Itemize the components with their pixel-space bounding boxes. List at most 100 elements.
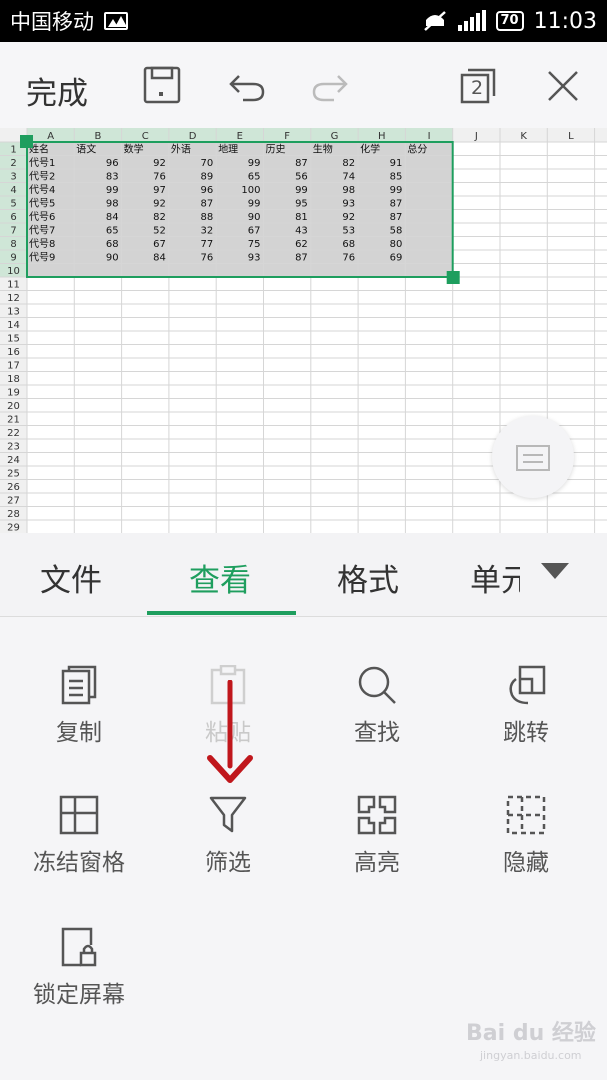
row-number-17: 17 <box>7 361 20 372</box>
cell-value: 76 <box>153 172 166 183</box>
cell-header: 生物 <box>313 143 333 156</box>
undo-icon[interactable] <box>227 66 267 104</box>
cell-value: 96 <box>200 185 213 196</box>
save-icon[interactable] <box>143 66 181 104</box>
done-button[interactable]: 完成 <box>26 68 88 113</box>
cell-value: 84 <box>106 212 119 223</box>
cell-value: 代号2 <box>29 171 55 183</box>
jump-label: 跳转 <box>503 720 549 746</box>
redo-icon[interactable] <box>310 66 350 104</box>
cell-value: 70 <box>200 158 213 169</box>
hide-button[interactable]: 隐藏 <box>451 795 601 877</box>
cell-header: 语文 <box>76 143 96 156</box>
jump-button[interactable]: 跳转 <box>451 665 601 747</box>
watermark-logo: Bai du 经验 <box>466 1021 596 1046</box>
view-actions-panel: 复制 粘贴 查找 跳转 <box>0 617 607 1080</box>
row-number-29: 29 <box>7 523 20 534</box>
copy-label: 复制 <box>56 720 102 746</box>
column-header-E: E <box>237 131 243 142</box>
cell-value: 52 <box>153 226 166 237</box>
filter-icon <box>209 796 247 833</box>
cell-value: 代号5 <box>29 198 55 210</box>
cell-value: 99 <box>106 185 119 196</box>
lock-screen-button[interactable]: 锁定屏幕 <box>4 927 154 1009</box>
cell-value: 83 <box>106 172 119 183</box>
row-number-7: 7 <box>10 226 16 237</box>
cell-value: 80 <box>390 239 403 250</box>
cell-value: 74 <box>342 172 355 183</box>
row-number-9: 9 <box>10 253 16 264</box>
status-bar: 中国移动 70 11:03 <box>0 0 607 42</box>
signal-icon <box>457 10 486 31</box>
cell-value: 98 <box>106 199 119 210</box>
selection-start-handle <box>20 135 33 148</box>
column-header-J: J <box>474 131 478 142</box>
top-toolbar: 完成 2 <box>0 42 607 128</box>
row-number-21: 21 <box>7 415 20 426</box>
cell-header: 地理 <box>218 143 238 156</box>
jump-icon <box>509 665 546 705</box>
cell-value: 99 <box>248 158 261 169</box>
column-header-C: C <box>142 131 149 142</box>
tab-file[interactable]: 文件 <box>40 555 102 600</box>
row-number-20: 20 <box>7 401 20 412</box>
cell-value: 76 <box>342 253 355 264</box>
watermark-url: jingyan.baidu.com <box>480 1049 582 1062</box>
window-count: 2 <box>470 77 484 99</box>
cell-value: 87 <box>390 199 403 210</box>
row-number-24: 24 <box>7 455 20 466</box>
cell-value: 69 <box>390 253 403 264</box>
column-header-I: I <box>428 131 431 142</box>
freeze-panes-label: 冻结窗格 <box>33 850 125 876</box>
freeze-panes-button[interactable]: 冻结窗格 <box>4 795 154 877</box>
cell-value: 81 <box>295 212 308 223</box>
cell-value: 98 <box>342 185 355 196</box>
cell-header: 总分 <box>407 143 427 156</box>
column-header-L: L <box>568 131 574 142</box>
cell-header: 数学 <box>124 143 144 156</box>
cell-value: 96 <box>106 158 119 169</box>
cell-value: 93 <box>248 253 261 264</box>
window-switch-button[interactable]: 2 <box>460 66 498 104</box>
highlight-icon <box>357 795 397 835</box>
cell-value: 代号1 <box>29 157 55 169</box>
row-number-6: 6 <box>10 212 16 223</box>
mute-icon <box>423 11 446 31</box>
cell-value: 76 <box>200 253 213 264</box>
row-number-10: 10 <box>7 266 20 277</box>
cell-value: 88 <box>200 212 213 223</box>
find-button[interactable]: 查找 <box>302 665 452 747</box>
row-number-27: 27 <box>7 496 20 507</box>
cell-value: 58 <box>390 226 403 237</box>
tab-format[interactable]: 格式 <box>337 555 399 600</box>
more-tabs-dropdown-icon[interactable] <box>541 563 569 579</box>
copy-button[interactable]: 复制 <box>4 665 154 747</box>
cell-value: 87 <box>390 212 403 223</box>
tab-view[interactable]: 查看 <box>189 555 251 600</box>
row-number-26: 26 <box>7 482 20 493</box>
cell-value: 65 <box>106 226 119 237</box>
cell-header: 外语 <box>171 144 191 156</box>
tab-cell[interactable]: 单元 <box>470 555 520 600</box>
cell-value: 75 <box>248 239 261 250</box>
cell-value: 53 <box>342 226 355 237</box>
keyboard-toggle-button[interactable] <box>492 416 574 498</box>
highlight-button[interactable]: 高亮 <box>302 795 452 877</box>
column-header-A: A <box>47 131 54 142</box>
status-time: 11:03 <box>533 8 597 34</box>
cell-value: 91 <box>390 158 403 169</box>
close-icon[interactable] <box>547 70 579 102</box>
column-header-B: B <box>95 131 102 142</box>
cell-value: 84 <box>153 253 166 264</box>
row-number-28: 28 <box>7 509 20 520</box>
cell-value: 82 <box>153 212 166 223</box>
cell-value: 97 <box>153 185 166 196</box>
cell-value: 95 <box>295 199 308 210</box>
filter-button[interactable]: 筛选 <box>153 795 303 877</box>
hide-label: 隐藏 <box>503 850 549 876</box>
lock-screen-icon <box>61 927 97 967</box>
cell-value: 82 <box>342 158 355 169</box>
cell-value: 62 <box>295 239 308 250</box>
cell-value: 92 <box>153 158 166 169</box>
cell-value: 99 <box>390 185 403 196</box>
